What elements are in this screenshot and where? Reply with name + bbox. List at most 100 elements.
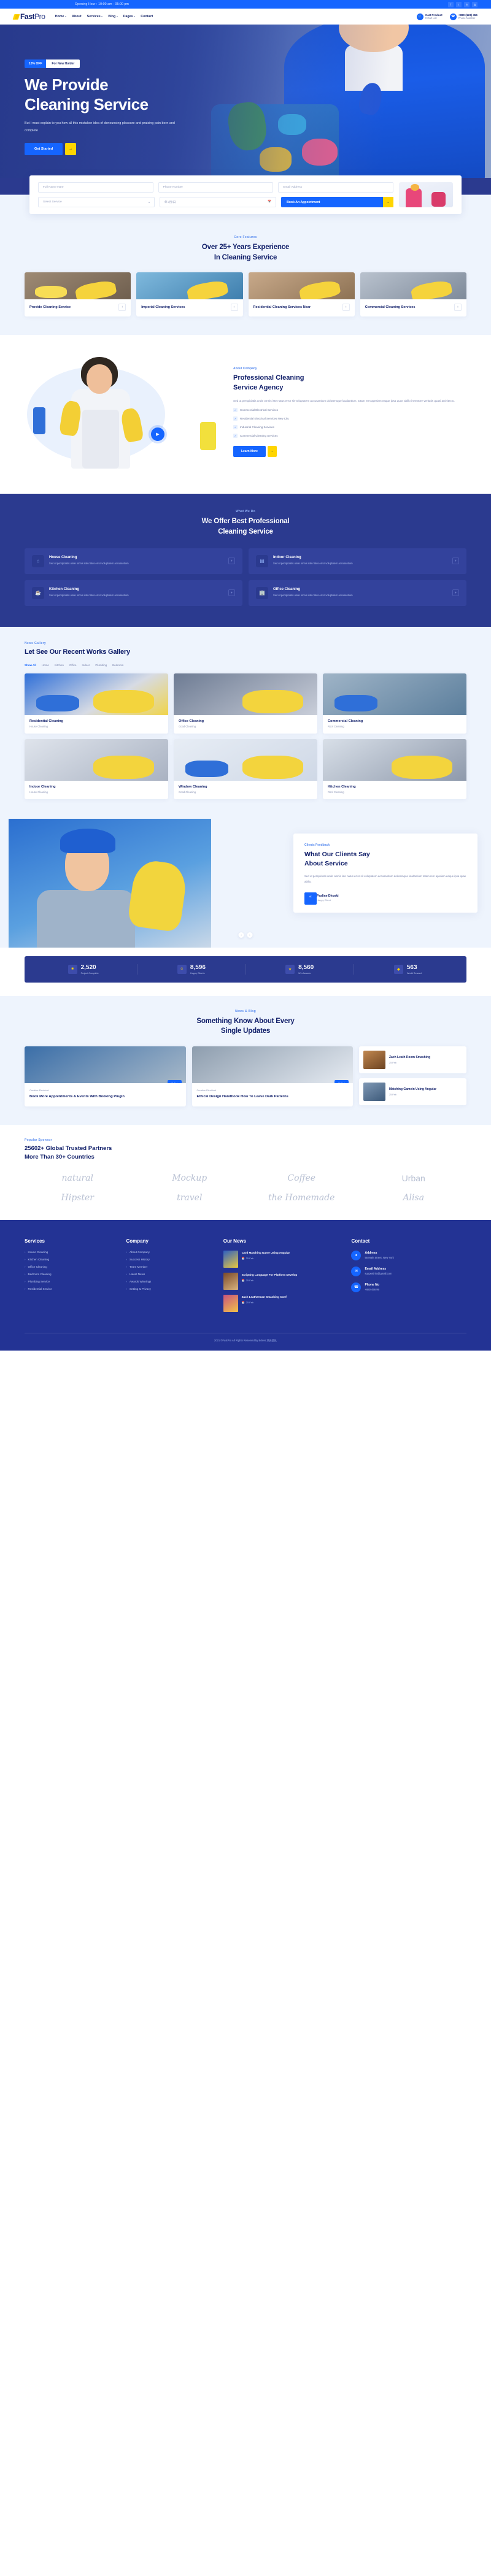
plus-icon[interactable]: +	[342, 304, 350, 312]
logo[interactable]: FastPro	[14, 12, 45, 21]
feature-card[interactable]: Imperial Cleaning Services +	[136, 272, 243, 317]
hero-title-line1: We Provide	[25, 75, 109, 94]
features-eyebrow: Core Features	[234, 236, 257, 239]
filter-show-all[interactable]: Show All	[25, 664, 36, 667]
service-card-house[interactable]: ⌂ House Cleaning Sed ut perspiciatis und…	[25, 548, 242, 574]
nav-item-blog[interactable]: Blog	[108, 15, 118, 18]
gallery-item[interactable]: Kitchen Cleaning Roof Cleaning	[323, 738, 466, 799]
news-thumb	[223, 1294, 238, 1312]
facebook-icon[interactable]: f	[448, 1, 454, 7]
blog-card[interactable]: 25 Feb Creative Electrical Ethical Desig…	[191, 1046, 353, 1107]
footer-link[interactable]: › About Company	[126, 1251, 214, 1254]
feature-card[interactable]: Commercial Cleaning Services +	[360, 272, 466, 317]
arrow-right-icon[interactable]: →	[65, 142, 77, 155]
plus-icon[interactable]: +	[452, 558, 459, 565]
filter-indoor[interactable]: Indoor	[82, 664, 90, 667]
phone-icon: ☎	[351, 1282, 361, 1292]
footer-link[interactable]: › Plumbing Service	[25, 1280, 117, 1283]
features-section: Core Features Over 25+ Years Experience …	[0, 222, 491, 335]
footer-news-item[interactable]: Zach Leatherman Smashing Conf 📅 25 Feb	[223, 1294, 343, 1312]
blog-side-item[interactable]: Matching Gamein Using Angular 25 Feb	[359, 1078, 466, 1105]
footer-link[interactable]: › Latest News	[126, 1273, 214, 1276]
phone-input[interactable]: Phone Number	[158, 182, 274, 193]
nav-item-services[interactable]: Services	[87, 15, 103, 18]
news-thumb	[223, 1250, 238, 1268]
email-input[interactable]: Email Address	[278, 182, 394, 193]
footer-link[interactable]: › Awards Winnings	[126, 1280, 214, 1283]
get-started-button[interactable]: Get Started	[25, 142, 63, 155]
service-card-indoor[interactable]: ▤ Indoor Cleaning Sed ut perspiciatis un…	[249, 548, 466, 574]
plus-icon[interactable]: +	[228, 558, 235, 565]
gallery-item[interactable]: Office Cleaning Good Cleaning	[174, 673, 317, 734]
footer-link[interactable]: › Setting & Privacy	[126, 1287, 214, 1290]
filter-home[interactable]: Home	[42, 664, 49, 667]
feature-card[interactable]: Residential Cleaning Services Near +	[248, 272, 355, 317]
chevron-right-icon: ›	[25, 1250, 26, 1254]
booking-image	[399, 182, 453, 207]
filter-plumbing[interactable]: Plumbing	[95, 664, 107, 667]
footer-news-item[interactable]: Scripting Language For Platform Develop …	[223, 1272, 343, 1290]
news-thumb	[223, 1272, 238, 1290]
plus-icon[interactable]: +	[454, 304, 462, 312]
phone-widget[interactable]: ☎ +880 (123) 456 Phone Number	[449, 13, 477, 20]
plus-icon[interactable]: +	[118, 304, 126, 312]
contact-phone[interactable]: ☎ Phone No +880 456 99	[351, 1282, 466, 1292]
nav-item-pages[interactable]: Pages	[123, 15, 136, 18]
gallery-image	[25, 673, 168, 715]
instagram-icon[interactable]: ig	[472, 1, 477, 7]
feature-card[interactable]: Provide Cleaning Service +	[25, 272, 131, 317]
chevron-down-icon	[65, 16, 67, 17]
chevron-right-icon: ›	[126, 1272, 127, 1276]
partners-eyebrow: Popular Sponsor	[25, 1138, 52, 1143]
gallery-item[interactable]: Commercial Cleaning Roof Cleaning	[323, 673, 466, 734]
blog-card[interactable]: 25 Feb Creative Electrical Book More App…	[25, 1046, 186, 1107]
footer-link[interactable]: › Team Member	[126, 1265, 214, 1268]
booking-section: Full Name Hare Phone Number Email Addres…	[0, 175, 491, 222]
footer-news-item[interactable]: Card Matching Game Using Angular 📅 25 Feb	[223, 1250, 343, 1268]
book-appointment-button[interactable]: Book An Appointment →	[281, 197, 393, 207]
full-name-input[interactable]: Full Name Hare	[38, 182, 153, 193]
footer-link[interactable]: › Kitchen Cleaning	[25, 1258, 117, 1261]
mail-icon: ✉	[351, 1266, 361, 1276]
partner-logo: natural	[61, 1173, 94, 1183]
contact-email[interactable]: ✉ Email Address supportinfo@gmail.com	[351, 1266, 466, 1276]
filter-kitchen[interactable]: Kitchen	[55, 664, 64, 667]
cart-widget[interactable]: 🛒 Cart Product 0 Cart List	[416, 13, 443, 20]
footer-link[interactable]: › Success History	[126, 1258, 214, 1261]
office-icon: 🏢	[256, 586, 268, 599]
play-icon[interactable]: ▶	[151, 427, 164, 442]
chevron-right-icon: ›	[25, 1265, 26, 1268]
linkedin-icon[interactable]: in	[464, 1, 470, 7]
gallery-item[interactable]: Residential Cleaning House Cleaning	[25, 673, 168, 734]
date-input[interactable]: 年 /月/日 📅	[160, 197, 276, 207]
twitter-icon[interactable]: t	[456, 1, 462, 7]
service-card-office[interactable]: 🏢 Office Cleaning Sed ut perspiciatis un…	[249, 580, 466, 606]
service-select[interactable]: Select Service	[38, 197, 155, 207]
footer-link[interactable]: › Bedroom Cleaning	[25, 1273, 117, 1276]
plus-icon[interactable]: +	[452, 589, 459, 597]
gallery-item[interactable]: Indoor Cleaning House Cleaning	[25, 738, 168, 799]
prev-button[interactable]: ‹	[238, 932, 244, 938]
next-button[interactable]: ›	[247, 932, 253, 938]
footer-col-company: Company › About Company › Success History …	[126, 1238, 214, 1317]
plus-icon[interactable]: +	[228, 589, 235, 597]
plus-icon[interactable]: +	[230, 304, 238, 312]
footer-link[interactable]: › House Cleaning	[25, 1251, 117, 1254]
service-card-kitchen[interactable]: ☕ Kitchen Cleaning Sed ut perspiciatis u…	[25, 580, 242, 606]
nav-item-contact[interactable]: Contact	[141, 15, 153, 18]
filter-bedroom[interactable]: Bedroom	[112, 664, 123, 667]
footer-link[interactable]: › Residential Service	[25, 1287, 117, 1290]
blog-side-item[interactable]: Zach Leath Room Smashing 25 Feb	[359, 1046, 466, 1073]
nav-item-about[interactable]: About	[72, 15, 82, 18]
quote-icon: “	[304, 892, 317, 905]
footer-link[interactable]: › Office Cleaning	[25, 1265, 117, 1268]
blog-eyebrow: News & Blog	[235, 1009, 256, 1013]
arrow-right-icon[interactable]: →	[267, 446, 277, 458]
gallery-item[interactable]: Window Cleaning Good Cleaning	[174, 738, 317, 799]
learn-more-button[interactable]: Learn More	[233, 446, 266, 458]
counter-item: ☺ 8,596 Happy Clients	[137, 964, 246, 975]
filter-office[interactable]: Office	[69, 664, 77, 667]
counter-item: ◆ 563 World Reward	[354, 964, 462, 975]
about-check-item: ✓ Residential Electrical Services New Cit…	[233, 416, 289, 421]
nav-item-home[interactable]: Home	[55, 15, 67, 18]
